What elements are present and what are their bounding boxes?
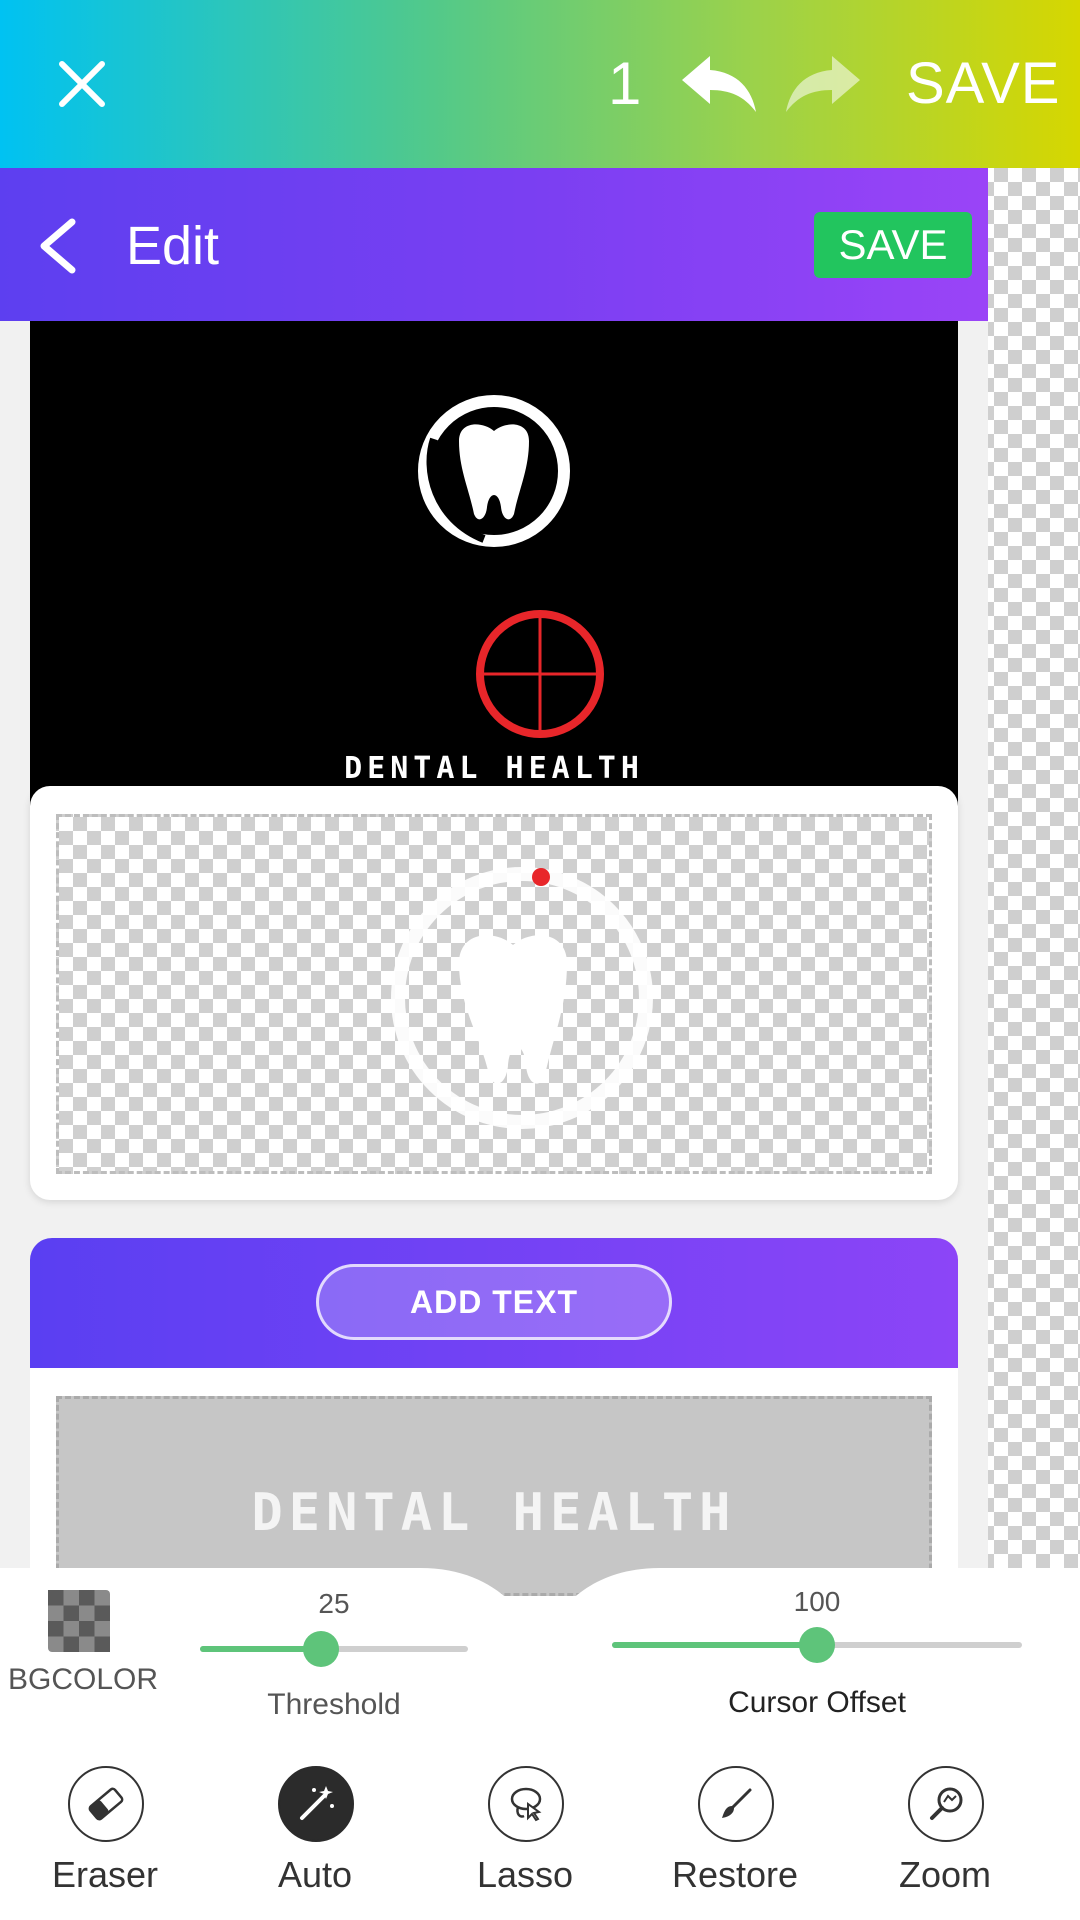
redo-icon[interactable] xyxy=(782,52,864,116)
tool-restore[interactable]: Restore xyxy=(640,1766,830,1916)
tool-lasso[interactable]: Lasso xyxy=(430,1766,620,1916)
erased-card xyxy=(30,786,958,1200)
text-card-header: ADD TEXT xyxy=(30,1238,958,1368)
step-count: 1 xyxy=(608,50,642,117)
eraser-icon[interactable] xyxy=(68,1766,144,1842)
tool-eraser[interactable]: Eraser xyxy=(10,1766,200,1916)
tooth-icon xyxy=(391,867,653,1129)
bgcolor-label[interactable]: BGCOLOR xyxy=(8,1660,158,1700)
cursor-offset-slider-fill xyxy=(612,1642,817,1648)
cursor-offset-slider[interactable] xyxy=(612,1627,1022,1663)
add-text-button: ADD TEXT xyxy=(316,1264,672,1340)
close-icon[interactable] xyxy=(56,58,108,110)
tool-label: Auto xyxy=(277,1854,353,1895)
brush-icon[interactable] xyxy=(698,1766,774,1842)
inner-title: Edit xyxy=(126,216,220,276)
text-preview: DENTAL HEALTH xyxy=(56,1396,932,1596)
bgcolor-swatch-icon[interactable] xyxy=(48,1590,110,1652)
top-app-bar: 1 SAVE xyxy=(0,0,1080,168)
tooth-icon xyxy=(418,395,570,547)
threshold-slider-knob[interactable] xyxy=(302,1631,339,1667)
lasso-icon[interactable] xyxy=(488,1766,564,1842)
zoom-icon[interactable] xyxy=(908,1766,984,1842)
tool-label: Lasso xyxy=(476,1854,574,1895)
brand-text: DENTAL HEALTH xyxy=(344,751,644,786)
threshold-slider[interactable] xyxy=(200,1631,468,1667)
inner-header: Edit SAVE xyxy=(0,168,988,321)
chevron-left-icon xyxy=(40,218,76,274)
edited-image[interactable]: Edit SAVE DENTAL HEALTH ADD TEXT DENTAL … xyxy=(0,168,988,1740)
inner-save-badge: SAVE xyxy=(814,212,972,278)
tool-auto[interactable]: Auto xyxy=(220,1766,410,1916)
tool-label: Restore xyxy=(671,1854,799,1895)
undo-icon[interactable] xyxy=(678,52,760,116)
crosshair-cursor-icon[interactable] xyxy=(474,608,606,740)
save-button[interactable]: SAVE xyxy=(906,46,1060,122)
erased-area[interactable] xyxy=(56,814,932,1174)
cursor-offset-slider-knob[interactable] xyxy=(799,1627,835,1663)
cursor-target-dot xyxy=(532,868,550,886)
magic-wand-icon[interactable] xyxy=(278,1766,354,1842)
threshold-value: 25 xyxy=(318,1588,350,1619)
tool-bar: Eraser Auto Lasso Restore Zoom xyxy=(0,1740,1080,1920)
cursor-offset-value: 100 xyxy=(793,1586,841,1617)
preview-text: DENTAL HEALTH xyxy=(251,1483,737,1543)
slider-panel: BGCOLOR 25 Threshold 100 Cursor Offset xyxy=(0,1568,1080,1740)
threshold-label: Threshold xyxy=(267,1688,401,1721)
tool-label: Zoom xyxy=(898,1854,992,1895)
tool-label: Eraser xyxy=(51,1854,159,1895)
tool-zoom[interactable]: Zoom xyxy=(850,1766,1040,1916)
cursor-offset-label: Cursor Offset xyxy=(728,1686,906,1719)
